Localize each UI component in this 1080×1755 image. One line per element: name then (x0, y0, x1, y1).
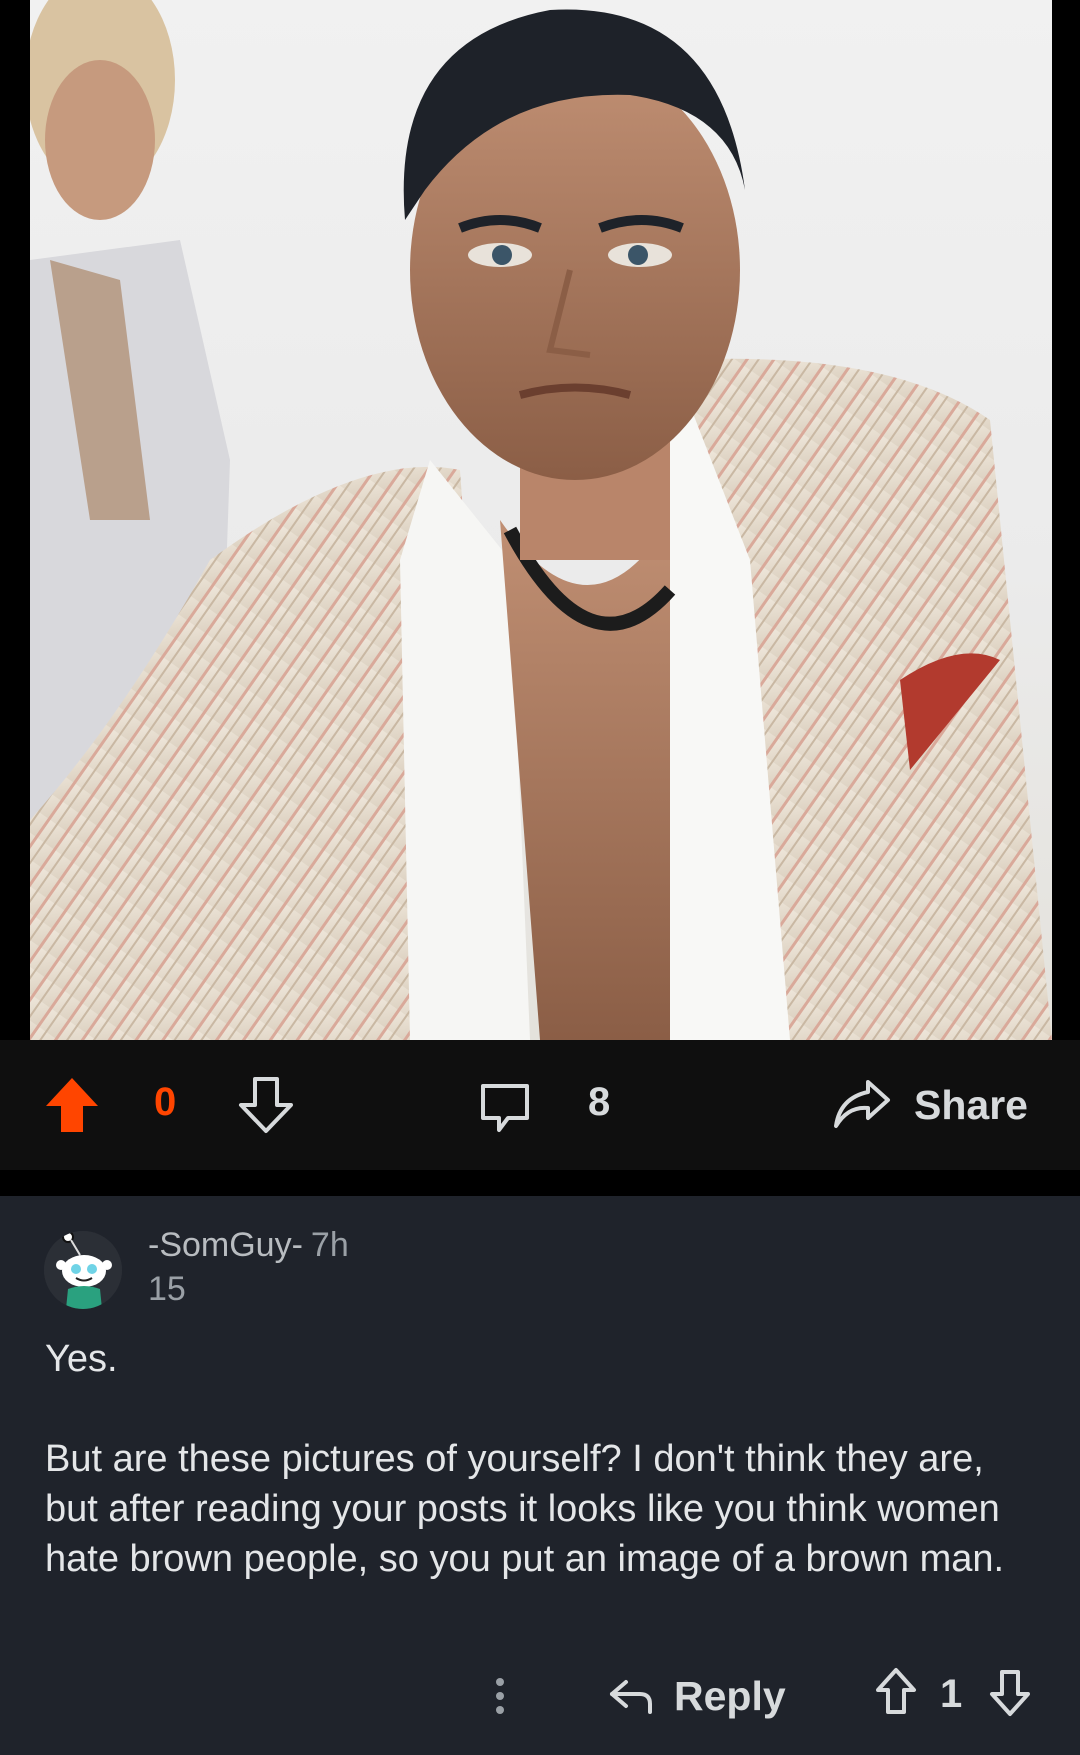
comment-icon (481, 1084, 529, 1132)
reply-label: Reply (674, 1672, 786, 1719)
comment-time: 7h (310, 1226, 349, 1264)
share-button[interactable]: Share (832, 1078, 1028, 1132)
upvote-icon (876, 1668, 916, 1714)
comment-paragraph: Yes. (45, 1338, 118, 1380)
more-options-button[interactable] (482, 1666, 518, 1726)
upvote-button[interactable] (44, 1076, 100, 1134)
comment-paragraph: But are these pictures of yourself? I do… (45, 1438, 1005, 1580)
comment-count: 8 (588, 1080, 611, 1124)
post-image-container (0, 0, 1080, 1040)
reply-icon (610, 1680, 652, 1714)
snoo-avatar-icon (44, 1231, 122, 1309)
upvote-icon (46, 1078, 98, 1132)
downvote-icon (239, 1077, 293, 1133)
divider (0, 1170, 1080, 1196)
vote-count: 0 (154, 1080, 177, 1124)
comment: -SomGuy- 7h 15 Yes. But are these picture… (0, 1196, 1080, 1755)
share-icon (834, 1080, 890, 1128)
author-name[interactable]: -SomGuy- (148, 1226, 303, 1264)
comment-downvote-button[interactable] (988, 1666, 1032, 1723)
more-icon (496, 1678, 504, 1714)
comment-actions: Reply 1 (0, 1666, 1080, 1726)
author-karma: 15 (148, 1270, 186, 1308)
reply-button[interactable]: Reply (608, 1666, 786, 1726)
share-label: Share (914, 1081, 1028, 1128)
comment-upvote-button[interactable] (874, 1666, 918, 1723)
post-image[interactable] (30, 0, 1052, 1040)
avatar[interactable] (44, 1231, 122, 1309)
post-action-bar: 0 8 Share (0, 1040, 1080, 1170)
comment-body: Yes. But are these pictures of yourself?… (45, 1334, 1045, 1584)
comment-score: 1 (940, 1672, 963, 1716)
downvote-icon (990, 1670, 1030, 1716)
comment-meta: -SomGuy- 7h (148, 1226, 349, 1265)
comments-button[interactable] (478, 1082, 532, 1134)
downvote-button[interactable] (238, 1076, 294, 1134)
